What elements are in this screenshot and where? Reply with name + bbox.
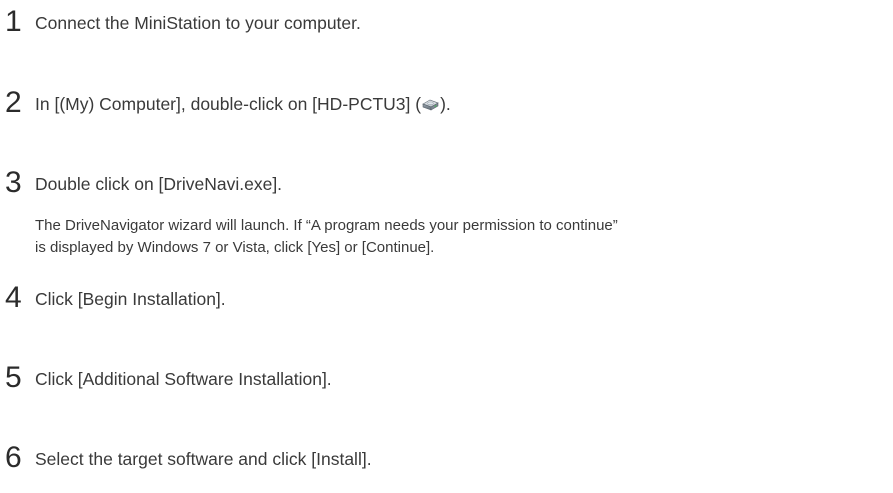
step-note-line-2: is displayed by Windows 7 or Vista, clic… <box>35 239 435 256</box>
step-instruction: Select the target software and click [In… <box>35 449 372 469</box>
step-number: 3 <box>5 166 22 199</box>
step-number: 2 <box>5 86 22 119</box>
step-instruction: Click [Begin Installation]. <box>35 289 226 309</box>
drive-icon <box>421 95 440 111</box>
step-number: 6 <box>5 441 22 474</box>
step-instruction: Double click on [DriveNavi.exe]. <box>35 174 283 194</box>
step-number: 4 <box>5 281 22 314</box>
step-instruction: Connect the MiniStation to your computer… <box>35 13 361 33</box>
step-instruction: Click [Additional Software Installation]… <box>35 369 332 389</box>
step-number: 5 <box>5 361 22 394</box>
step-note-line-1: The DriveNavigator wizard will launch. I… <box>35 217 618 234</box>
step-number: 1 <box>5 5 22 38</box>
step-instruction: In [(My) Computer], double-click on [HD-… <box>35 93 451 115</box>
step-instruction-part-1: In [(My) Computer], double-click on [HD-… <box>35 94 422 114</box>
step-instruction-part-2: ). <box>440 94 451 114</box>
